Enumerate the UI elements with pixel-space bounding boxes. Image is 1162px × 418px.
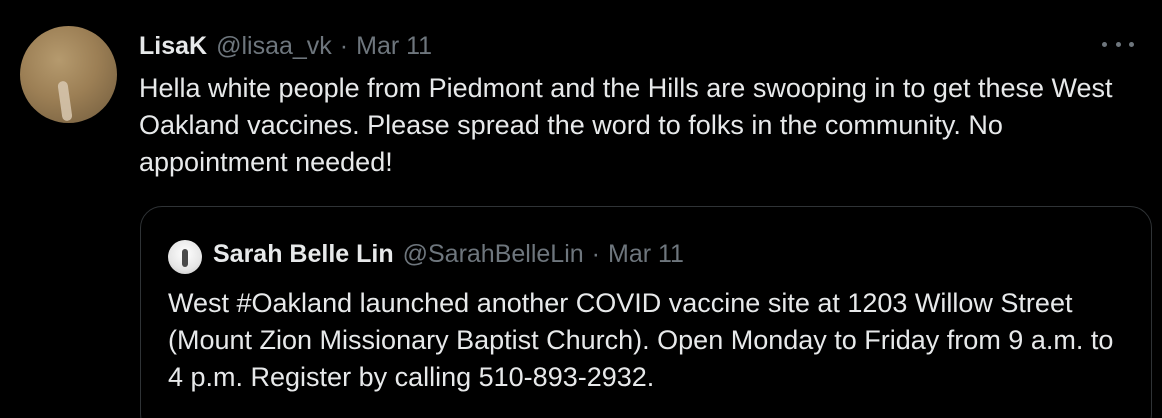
author-handle[interactable]: @lisaa_vk (216, 29, 332, 63)
quoted-tweet-text: West #Oakland launched another COVID vac… (168, 288, 1114, 392)
avatar-photo-detail (57, 80, 73, 122)
tweet-header: LisaK @lisaa_vk · Mar 11 (139, 29, 432, 63)
author-avatar[interactable] (20, 26, 117, 123)
quoted-author-avatar[interactable] (168, 240, 202, 274)
more-dot (1115, 41, 1121, 47)
quoted-tweet-date[interactable]: Mar 11 (608, 237, 684, 271)
tweet[interactable]: LisaK @lisaa_vk · Mar 11 Hella white peo… (0, 0, 1162, 418)
tweet-text: Hella white people from Piedmont and the… (139, 73, 1113, 177)
author-name[interactable]: LisaK (139, 29, 207, 63)
quoted-author-name[interactable]: Sarah Belle Lin (213, 237, 394, 271)
tweet-date[interactable]: Mar 11 (356, 29, 432, 63)
more-dot (1129, 41, 1134, 47)
quoted-author-handle[interactable]: @SarahBelleLin (403, 237, 584, 271)
quoted-avatar-figure (182, 249, 188, 267)
more-horizontal-icon[interactable] (1102, 36, 1134, 52)
header-separator: · (339, 32, 349, 60)
quoted-header-separator: · (591, 240, 600, 268)
quoted-tweet-header: Sarah Belle Lin @SarahBelleLin · Mar 11 (213, 237, 684, 271)
quoted-tweet-card[interactable]: Sarah Belle Lin @SarahBelleLin · Mar 11 … (140, 206, 1152, 418)
more-dot (1102, 41, 1107, 47)
